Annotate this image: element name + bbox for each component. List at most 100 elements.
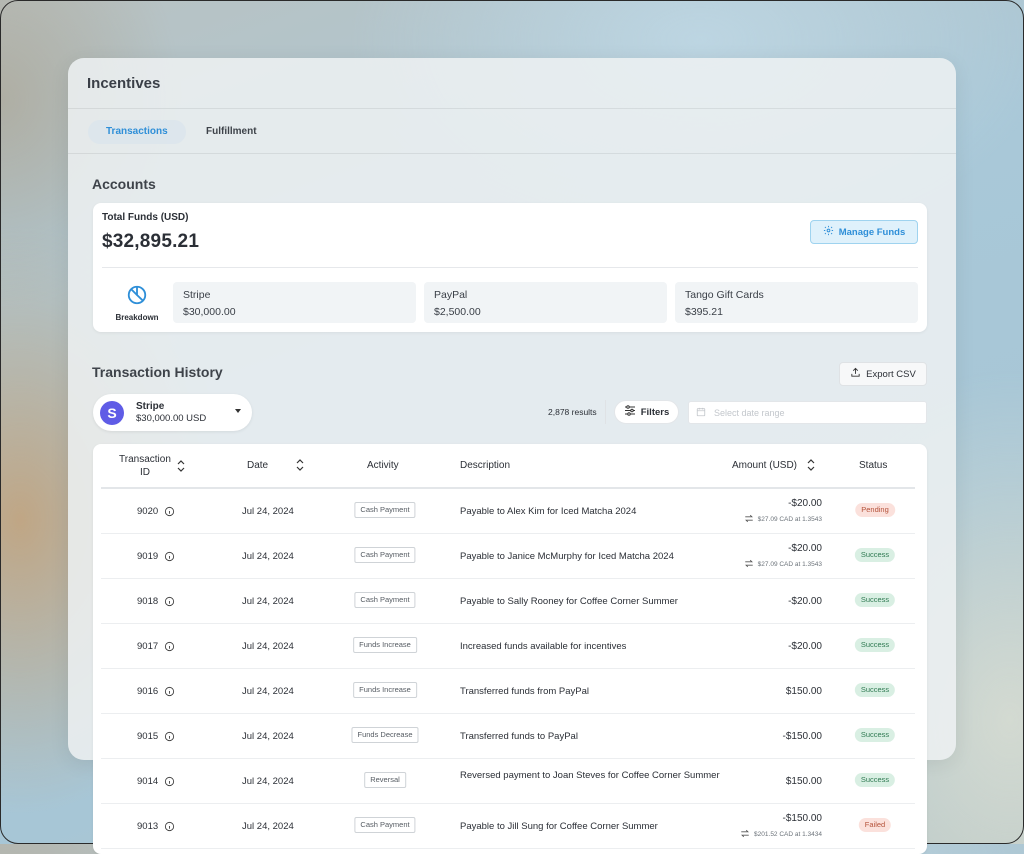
transaction-amount: -$150.00 [782,813,822,824]
col-description: Description [460,460,510,471]
info-icon[interactable] [164,506,175,517]
pie-chart-icon [126,285,148,310]
page-title: Incentives [87,75,161,92]
status-badge: Success [854,683,896,697]
activity-chip: Cash Payment [354,592,416,608]
account-value: $2,500.00 [434,306,481,318]
accounts-card: Total Funds (USD) $32,895.21 Manage Fund… [93,203,927,332]
status-badge: Success [854,638,896,652]
col-activity: Activity [367,460,399,471]
conversion-text: $27.09 CAD at 1.3543 [757,561,822,568]
status-badge: Success [854,548,896,562]
col-activity-label: Activity [367,460,399,471]
status-badge: Success [854,728,896,742]
activity-chip: Cash Payment [354,817,416,833]
export-csv-label: Export CSV [866,368,916,380]
transaction-description: Reversed payment to Joan Steves for Coff… [460,770,720,781]
table-header: Transaction ID Date Activity Description… [101,444,915,489]
transaction-id-value: 9019 [137,551,159,562]
account-value: $30,000.00 [183,306,236,318]
transaction-description: Increased funds available for incentives [460,641,627,652]
account-stripe: Stripe $30,000.00 [173,282,416,323]
swap-icon [744,514,754,525]
info-icon[interactable] [164,731,175,742]
transaction-id: 9015 [137,731,175,742]
upload-icon [850,367,861,381]
info-icon[interactable] [164,551,175,562]
info-icon[interactable] [164,776,175,787]
transaction-amount: $150.00 [785,776,822,787]
transaction-date: Jul 24, 2024 [242,731,294,742]
table-row[interactable]: 9020 Jul 24, 2024 Cash Payment Payable to A… [101,488,915,534]
activity-chip: Reversal [364,772,406,788]
manage-funds-button[interactable]: Manage Funds [810,220,918,244]
date-range-field[interactable] [688,401,927,424]
info-icon[interactable] [164,821,175,832]
toolbar-divider [605,400,606,424]
status-badge: Pending [855,503,895,517]
breakdown-label: Breakdown [115,313,159,322]
manage-funds-label: Manage Funds [838,226,906,238]
activity-chip: Funds Decrease [351,727,419,743]
swap-icon [744,559,754,570]
transaction-date: Jul 24, 2024 [242,551,294,562]
transaction-amount: -$20.00 [788,641,822,652]
tab-transactions[interactable]: Transactions [88,120,186,144]
table-row[interactable]: 9014 Jul 24, 2024 Reversal Reversed payment… [101,758,915,804]
account-selector[interactable]: S Stripe $30,000.00 USD [93,394,252,431]
account-value: $395.21 [685,306,723,318]
sort-icon[interactable] [807,459,815,471]
tabs-divider [68,153,956,154]
sort-icon[interactable] [177,460,185,472]
transaction-amount: -$20.00 [788,543,822,554]
selected-account-name: Stripe [136,401,165,412]
transaction-id-value: 9018 [137,596,159,607]
accounts-divider [102,267,918,268]
stripe-logo-icon: S [100,401,124,425]
chevron-down-icon [235,409,241,413]
account-name: PayPal [434,289,468,301]
account-tango: Tango Gift Cards $395.21 [675,282,918,323]
transaction-id: 9018 [137,596,175,607]
tab-fulfillment[interactable]: Fulfillment [188,120,275,144]
table-row[interactable]: 9019 Jul 24, 2024 Cash Payment Payable to J… [101,533,915,579]
info-icon[interactable] [164,641,175,652]
sliders-icon [624,405,636,419]
table-row[interactable]: 9016 Jul 24, 2024 Funds Increase Transferre… [101,668,915,714]
table-row[interactable]: 9013 Jul 24, 2024 Cash Payment Payable to J… [101,803,915,849]
transaction-id: 9016 [137,686,175,697]
transaction-date: Jul 24, 2024 [242,506,294,517]
transaction-date: Jul 24, 2024 [242,776,294,787]
calendar-icon [696,404,706,422]
transaction-date: Jul 24, 2024 [242,821,294,832]
transaction-amount: -$20.00 [788,498,822,509]
col-status: Status [859,460,887,471]
transaction-id: 9019 [137,551,175,562]
transaction-description: Transferred funds to PayPal [460,731,578,742]
date-range-input[interactable] [712,406,916,419]
col-amount-label: Amount (USD) [732,459,798,471]
col-status-label: Status [859,460,888,471]
gear-icon [823,225,834,239]
transaction-amount: $150.00 [785,686,822,697]
transaction-description: Payable to Jill Sung for Coffee Corner S… [460,821,658,832]
export-csv-button[interactable]: Export CSV [839,362,927,386]
col-date: Date [247,459,304,471]
transaction-description: Transferred funds from PayPal [460,686,590,697]
breakdown-button[interactable]: Breakdown [104,284,170,322]
currency-conversion: $27.09 CAD at 1.3543 [744,514,822,525]
info-icon[interactable] [164,596,175,607]
filters-button[interactable]: Filters [614,400,679,424]
table-row[interactable]: 9015 Jul 24, 2024 Funds Decrease Transferre… [101,713,915,759]
info-icon[interactable] [164,686,175,697]
conversion-text: $27.09 CAD at 1.3543 [757,516,822,523]
conversion-text: $201.52 CAD at 1.3434 [754,831,822,838]
sort-icon[interactable] [296,459,304,471]
table-row[interactable]: 9018 Jul 24, 2024 Cash Payment Payable to S… [101,578,915,624]
transactions-table: Transaction ID Date Activity Description… [93,444,927,854]
account-paypal: PayPal $2,500.00 [424,282,667,323]
currency-conversion: $27.09 CAD at 1.3543 [744,559,822,570]
table-row[interactable]: 9017 Jul 24, 2024 Funds Increase Increased … [101,623,915,669]
transaction-id: 9014 [137,776,175,787]
transaction-date: Jul 24, 2024 [242,641,294,652]
